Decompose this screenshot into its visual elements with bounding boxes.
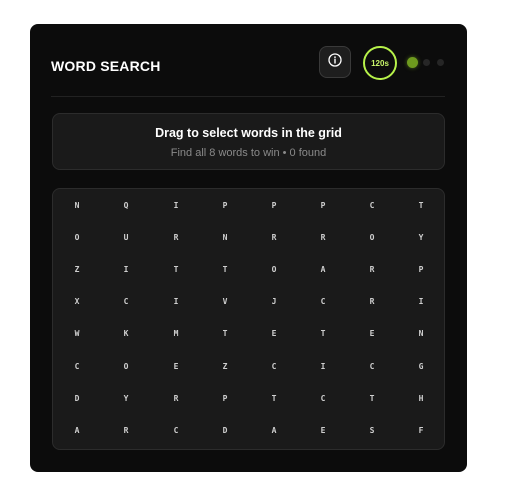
grid-cell[interactable]: O (67, 231, 87, 245)
grid-cell[interactable]: O (362, 231, 382, 245)
grid-cell[interactable]: C (264, 360, 284, 374)
grid-cell[interactable]: Z (215, 360, 235, 374)
grid-cell[interactable]: M (166, 327, 186, 341)
grid-cell[interactable]: C (362, 360, 382, 374)
grid-cell[interactable]: J (264, 295, 284, 309)
grid-cell[interactable]: C (313, 295, 333, 309)
grid-cell[interactable]: Y (116, 392, 136, 406)
grid-cell[interactable]: P (215, 199, 235, 213)
grid-cell[interactable]: P (411, 263, 431, 277)
grid-cell[interactable]: N (215, 231, 235, 245)
grid-cell[interactable]: Q (116, 199, 136, 213)
grid-cell[interactable]: T (166, 263, 186, 277)
grid-cell[interactable]: C (116, 295, 136, 309)
grid-cell[interactable]: G (411, 360, 431, 374)
grid-cell[interactable]: E (166, 360, 186, 374)
grid-cell[interactable]: T (411, 199, 431, 213)
grid-cell[interactable]: I (166, 295, 186, 309)
grid-cell[interactable]: R (362, 295, 382, 309)
grid-cell[interactable]: R (313, 231, 333, 245)
grid-cell[interactable]: E (362, 327, 382, 341)
grid-cell[interactable]: Z (67, 263, 87, 277)
grid-cell[interactable]: T (362, 392, 382, 406)
grid-cell[interactable]: I (116, 263, 136, 277)
grid-cell[interactable]: C (67, 360, 87, 374)
progress-dot (437, 59, 444, 66)
grid-cell[interactable]: K (116, 327, 136, 341)
grid-cell[interactable]: C (166, 424, 186, 438)
page-title: WORD SEARCH (51, 58, 161, 74)
progress-dot-active (407, 57, 418, 68)
grid-cell[interactable]: P (264, 199, 284, 213)
grid-cell[interactable]: E (313, 424, 333, 438)
grid-cell[interactable]: R (362, 263, 382, 277)
grid-cell[interactable]: R (116, 424, 136, 438)
grid-cell[interactable]: P (215, 392, 235, 406)
timer: 120s (363, 46, 397, 80)
instructions-status: Find all 8 words to win • 0 found (170, 147, 327, 159)
grid-cell[interactable]: P (313, 199, 333, 213)
grid-cell[interactable]: E (264, 327, 284, 341)
grid-cell[interactable]: A (67, 424, 87, 438)
grid-cell[interactable]: F (411, 424, 431, 438)
grid-cell[interactable]: W (67, 327, 87, 341)
grid-cell[interactable]: H (411, 392, 431, 406)
instructions-title: Drag to select words in the grid (155, 126, 342, 140)
grid-cell[interactable]: T (215, 263, 235, 277)
info-button[interactable] (319, 46, 351, 78)
grid-cell[interactable]: S (362, 424, 382, 438)
grid-cell[interactable]: C (362, 199, 382, 213)
grid-cell[interactable]: T (313, 327, 333, 341)
grid-cell[interactable]: N (67, 199, 87, 213)
grid-cell[interactable]: U (116, 231, 136, 245)
grid-cell[interactable]: I (166, 199, 186, 213)
grid-cell[interactable]: X (67, 295, 87, 309)
letter-grid[interactable]: N Q I P P P C T O U R N R R O Y Z I T T O A R P X C I V J C R I W K M T E T E N… (52, 188, 445, 450)
progress-dot (423, 59, 430, 66)
grid-cell[interactable]: V (215, 295, 235, 309)
grid-cell[interactable]: A (313, 263, 333, 277)
grid-cell[interactable]: I (313, 360, 333, 374)
grid-cell[interactable]: T (215, 327, 235, 341)
grid-cell[interactable]: T (264, 392, 284, 406)
info-icon (328, 52, 342, 72)
grid-cell[interactable]: O (116, 360, 136, 374)
grid-cell[interactable]: R (166, 392, 186, 406)
grid-cell[interactable]: Y (411, 231, 431, 245)
header: WORD SEARCH 120s (51, 46, 445, 97)
grid-cell[interactable]: D (215, 424, 235, 438)
grid-cell[interactable]: O (264, 263, 284, 277)
grid-cell[interactable]: C (313, 392, 333, 406)
grid-cell[interactable]: R (264, 231, 284, 245)
grid-cell[interactable]: N (411, 327, 431, 341)
grid-cell[interactable]: R (166, 231, 186, 245)
grid-cell[interactable]: I (411, 295, 431, 309)
grid-cell[interactable]: D (67, 392, 87, 406)
instructions-panel: Drag to select words in the grid Find al… (52, 113, 445, 170)
word-search-card: WORD SEARCH 120s Drag to select words in… (30, 24, 467, 472)
grid-cell[interactable]: A (264, 424, 284, 438)
